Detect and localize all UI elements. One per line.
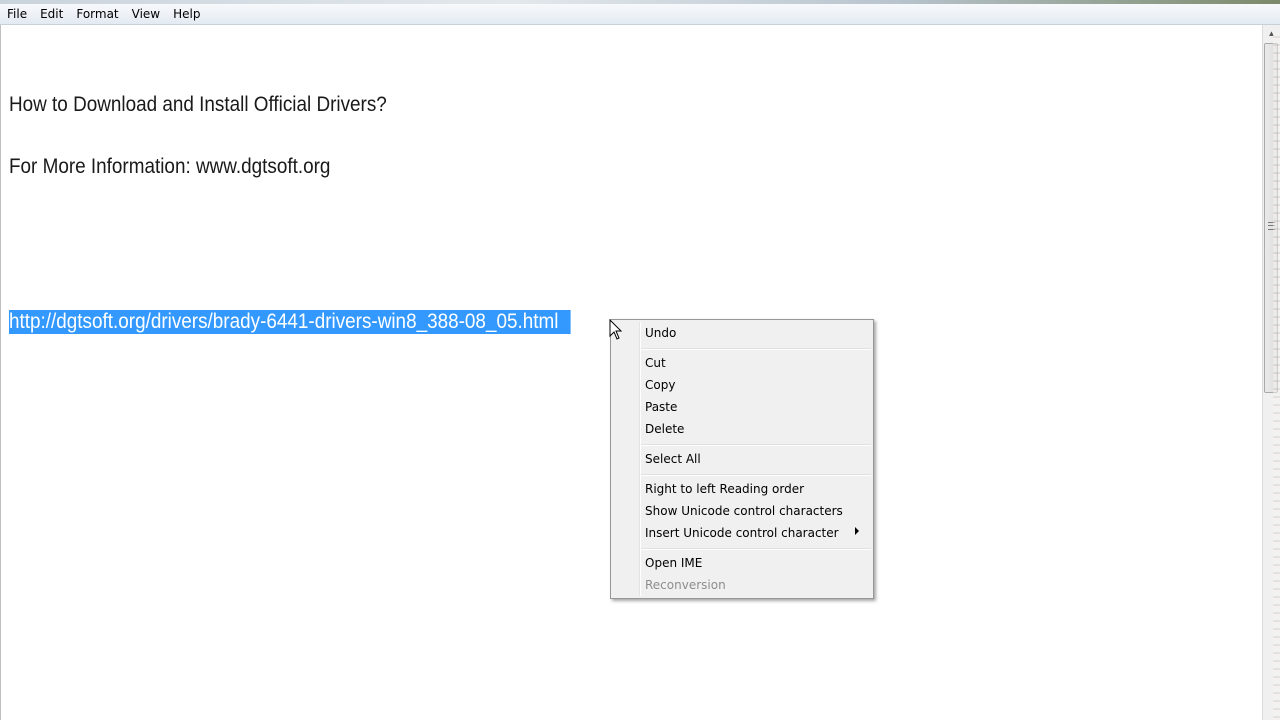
screen-edge-artifact [1273, 30, 1280, 720]
context-menu: Undo Cut Copy Paste Delete Select All Ri… [610, 319, 874, 599]
menu-separator [641, 474, 871, 476]
menu-paste[interactable]: Paste [645, 397, 677, 417]
mouse-cursor-icon [609, 319, 623, 340]
menu-format[interactable]: Format [70, 5, 124, 24]
menu-bar: File Edit Format View Help [0, 4, 1280, 25]
menu-delete[interactable]: Delete [645, 419, 684, 439]
chevron-right-icon [855, 527, 859, 535]
menu-select-all[interactable]: Select All [645, 449, 701, 469]
menu-cut[interactable]: Cut [645, 353, 666, 373]
menu-help[interactable]: Help [167, 5, 206, 24]
menu-icon-gutter [639, 322, 641, 596]
menu-undo[interactable]: Undo [645, 323, 676, 343]
menu-open-ime[interactable]: Open IME [645, 553, 702, 573]
menu-edit[interactable]: Edit [34, 5, 69, 24]
menu-view[interactable]: View [126, 5, 166, 24]
menu-rtl-reading-order[interactable]: Right to left Reading order [645, 479, 804, 499]
menu-separator [641, 444, 871, 446]
text-line-info: For More Information: www.dgtsoft.org [9, 155, 331, 178]
menu-file[interactable]: File [1, 5, 33, 24]
menu-copy[interactable]: Copy [645, 375, 675, 395]
menu-insert-unicode[interactable]: Insert Unicode control character [645, 523, 839, 543]
menu-show-unicode[interactable]: Show Unicode control characters [645, 501, 843, 521]
selected-url-text[interactable]: http://dgtsoft.org/drivers/brady-6441-dr… [9, 310, 572, 334]
menu-separator [641, 548, 871, 550]
menu-reconversion: Reconversion [645, 578, 726, 592]
menu-separator [641, 348, 871, 350]
text-line-heading: How to Download and Install Official Dri… [9, 93, 387, 116]
